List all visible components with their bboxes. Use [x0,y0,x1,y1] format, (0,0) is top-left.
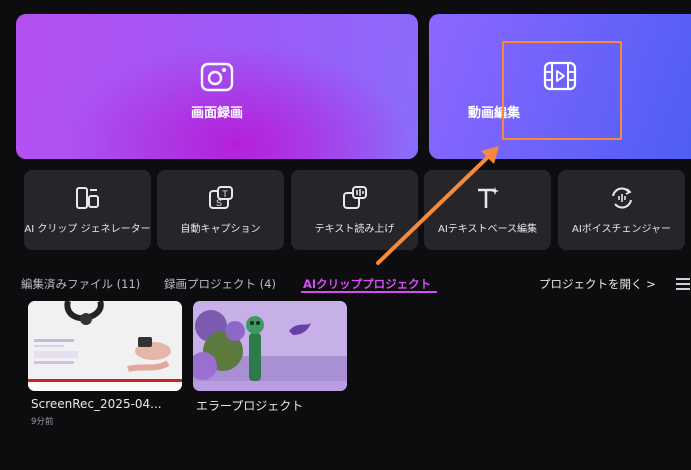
project-thumbnail-screenrec[interactable] [28,301,182,391]
tool-label: 自動キャプション [180,224,261,235]
menu-icon[interactable] [676,278,690,293]
svg-text:T: T [222,189,228,199]
tool-label: AIテキストベース編集 [438,224,537,235]
text-to-speech-icon [342,186,367,209]
clip-generator-icon [75,187,99,209]
project-title: ScreenRec_2025-04... [31,397,162,411]
open-project-link[interactable]: プロジェクトを開く > [539,276,656,292]
camera-icon [200,62,234,92]
project-thumbnail-error[interactable] [193,301,347,391]
tab-recorded-projects[interactable]: 録画プロジェクト (4) [164,276,276,292]
tool-text-to-speech[interactable]: テキスト読み上げ [291,170,418,250]
highlight-box [502,41,622,140]
tool-label: AIボイスチェンジャー [572,224,671,235]
video-edit-label: 動画編集 [467,106,520,121]
tool-ai-clip-generator[interactable]: AI クリップ ジェネレーター [24,170,151,250]
tool-ai-voice-changer[interactable]: AIボイスチェンジャー [558,170,685,250]
screen-record-card[interactable]: 画面録画 [16,14,418,159]
tab-edited-files[interactable]: 編集済みファイル (11) [21,276,140,292]
project-time: 9分前 [31,417,54,427]
screen-recording-preview [28,301,182,391]
voice-changer-icon [611,187,632,209]
illustration-preview [193,301,347,391]
tool-label: テキスト読み上げ [314,224,395,235]
tool-label: AI クリップ ジェネレーター [24,224,151,235]
project-title: エラープロジェクト [196,399,304,413]
text-edit-icon [477,187,499,208]
active-tab-underline [301,291,437,293]
tool-auto-caption[interactable]: T S 自動キャプション [157,170,284,250]
svg-text:S: S [215,198,221,208]
caption-icon: T S [208,186,233,209]
tool-ai-text-edit[interactable]: AIテキストベース編集 [424,170,551,250]
tab-ai-clip-projects[interactable]: AIクリッププロジェクト [303,276,431,292]
